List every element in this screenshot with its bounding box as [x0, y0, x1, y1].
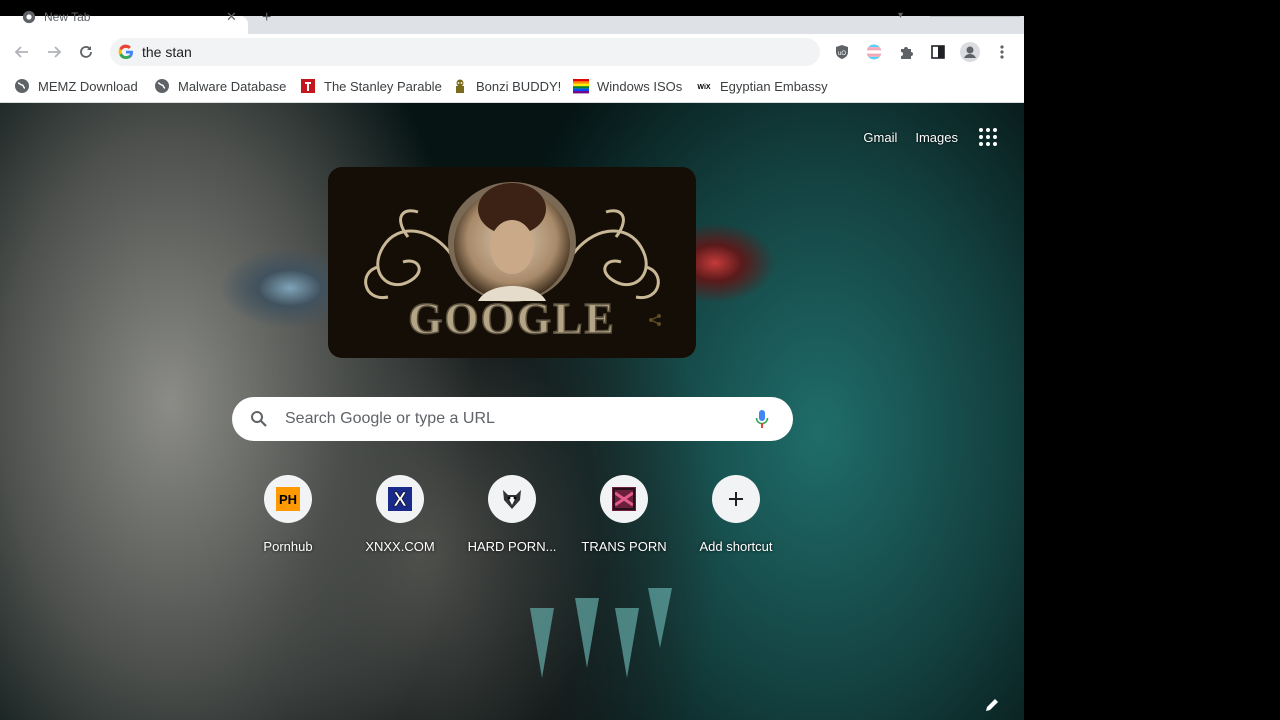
svg-text:X: X	[393, 489, 407, 511]
tab-title: New Tab	[44, 10, 91, 24]
reload-button[interactable]	[76, 42, 96, 62]
google-apps-icon[interactable]	[976, 125, 1000, 149]
globe-icon	[154, 78, 170, 94]
add-shortcut-tile[interactable]: Add shortcut	[680, 475, 792, 565]
new-tab-page: Gmail Images GOOGLE Search Google or typ…	[0, 103, 1024, 720]
wix-icon: WiX	[696, 78, 712, 94]
doodle-artwork: GOOGLE	[364, 182, 660, 344]
bookmark-label: The Stanley Parable	[324, 78, 442, 94]
plus-icon	[729, 492, 743, 506]
shortcut-tile[interactable]: TRANS PORN	[568, 475, 680, 565]
bookmark-bonzi-buddy[interactable]: Bonzi BUDDY!	[452, 76, 561, 96]
bookmark-label: Malware Database	[178, 78, 287, 94]
shortcut-label: Pornhub	[263, 539, 313, 554]
shortcut-tile[interactable]: X XNXX.COM	[344, 475, 456, 565]
omnibox[interactable]: the stan	[110, 38, 820, 66]
pencil-icon[interactable]	[984, 697, 1000, 713]
bookmark-memz-download[interactable]: MEMZ Download	[14, 76, 138, 96]
bookmark-label: Windows ISOs	[597, 78, 683, 94]
svg-text:WiX: WiX	[697, 84, 710, 91]
bonzi-icon	[452, 78, 468, 94]
shortcut-tile[interactable]: PH Pornhub	[232, 475, 344, 565]
tab-new-tab[interactable]: New Tab ✕	[0, 9, 248, 34]
images-link[interactable]: Images	[915, 130, 958, 145]
tab-strip: New Tab ✕ + ▾	[0, 0, 1024, 34]
omnibox-text[interactable]: the stan	[142, 44, 192, 60]
shortcuts-grid: PH Pornhub X XNXX.COM HARD PORN... TRANS…	[232, 475, 792, 575]
bookmark-egyptian-embassy[interactable]: WiX Egyptian Embassy	[696, 76, 828, 96]
trans-porn-icon	[612, 487, 636, 511]
doodle-google-text: GOOGLE	[408, 294, 616, 343]
browser-window: New Tab ✕ + ▾ the stan uO MEMZ Download …	[0, 0, 1024, 720]
google-g-icon	[118, 44, 133, 60]
bookmark-label: MEMZ Download	[38, 78, 138, 94]
bookmark-windows-isos[interactable]: Windows ISOs	[573, 76, 682, 96]
search-icon	[251, 411, 267, 427]
google-doodle[interactable]: GOOGLE	[328, 167, 696, 358]
menu-button[interactable]	[992, 42, 1012, 62]
tab-search-chevron-icon[interactable]: ▾	[898, 10, 903, 21]
back-arrow-icon	[14, 46, 28, 58]
search-box[interactable]	[232, 397, 793, 441]
background-fang	[530, 608, 554, 678]
bookmark-label: Bonzi BUDDY!	[476, 78, 562, 94]
top-links: Gmail Images	[863, 125, 1000, 149]
stanley-icon	[300, 78, 316, 94]
shortcut-label: TRANS PORN	[581, 539, 667, 554]
x-icon: X	[388, 487, 412, 511]
ublock-icon: uO	[836, 45, 848, 59]
puzzle-icon	[901, 47, 913, 59]
toolbar: the stan uO	[0, 34, 1024, 70]
back-button[interactable]	[12, 42, 32, 62]
new-tab-plus-icon[interactable]: +	[262, 9, 271, 27]
search-input[interactable]	[283, 409, 747, 429]
bookmark-label: Egyptian Embassy	[720, 78, 828, 94]
windows-icon	[573, 78, 589, 94]
trans-flag-extension-button[interactable]	[864, 42, 884, 62]
share-icon[interactable]	[648, 313, 662, 327]
background-fang	[648, 588, 672, 648]
chrome-icon	[22, 10, 36, 24]
forward-arrow-icon	[48, 46, 62, 58]
ublock-button[interactable]: uO	[832, 42, 852, 62]
side-panel-button[interactable]	[928, 42, 948, 62]
profile-button[interactable]	[960, 42, 980, 62]
background-fang	[575, 598, 599, 668]
shortcut-label: Add shortcut	[699, 539, 773, 554]
bookmark-the-stanley-parable[interactable]: The Stanley Parable	[300, 76, 442, 96]
side-panel-icon	[931, 45, 945, 59]
globe-icon	[14, 78, 30, 94]
shortcut-tile[interactable]: HARD PORN...	[456, 475, 568, 565]
svg-text:uO: uO	[838, 51, 846, 57]
extensions-button[interactable]	[896, 42, 916, 62]
trans-flag-icon	[866, 44, 882, 60]
wolf-icon	[503, 490, 521, 509]
kebab-menu-icon	[1000, 45, 1004, 59]
shortcut-label: HARD PORN...	[467, 539, 557, 554]
close-tab-icon[interactable]: ✕	[226, 9, 237, 25]
bookmarks-bar: MEMZ Download Malware Database The Stanl…	[0, 70, 1024, 103]
reload-icon	[80, 46, 92, 58]
profile-icon	[960, 42, 980, 62]
gmail-link[interactable]: Gmail	[863, 130, 897, 145]
bookmark-malware-database[interactable]: Malware Database	[154, 76, 286, 96]
shortcut-label: XNXX.COM	[365, 539, 435, 554]
svg-text:PH: PH	[279, 492, 297, 507]
ph-icon: PH	[276, 487, 300, 511]
background-fang	[615, 608, 639, 678]
microphone-icon[interactable]	[755, 409, 769, 429]
forward-button[interactable]	[44, 42, 64, 62]
